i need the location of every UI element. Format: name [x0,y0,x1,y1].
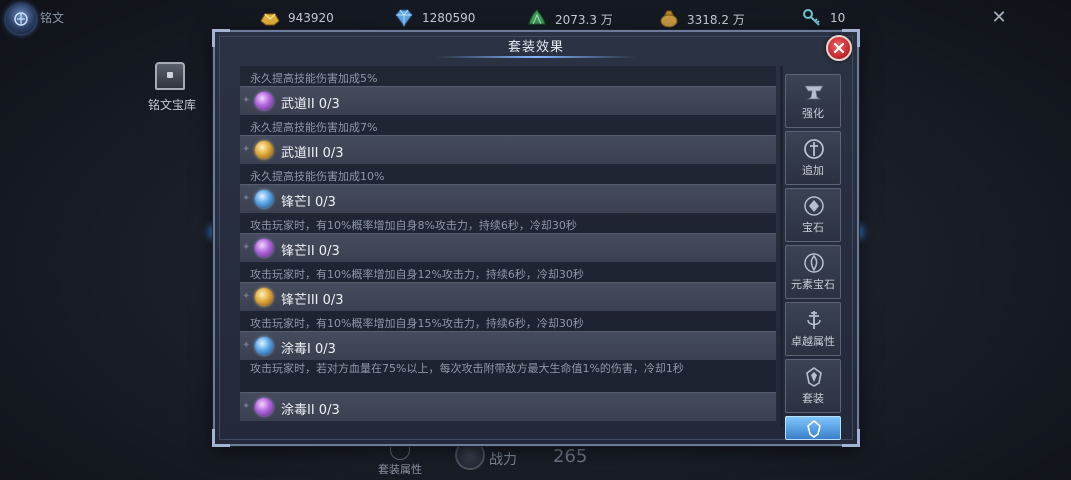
tab-inscription-active[interactable] [785,416,841,440]
effect-description-text: 永久提高技能伤害加成5% [250,72,378,85]
blue-gem-icon [255,190,273,208]
set-item-name: 锋芒III 0/3 [281,293,344,308]
shield-icon [390,444,410,460]
gold-gem-icon [255,141,273,159]
gold-ingot-icon [260,13,280,26]
inscription-vault-button[interactable]: 铭文宝库 [140,62,204,114]
effect-description-text: 攻击玩家时，有10%概率增加自身15%攻击力，持续6秒，冷却30秒 [250,317,584,330]
diamond-icon [395,9,413,27]
element-gem-icon [804,253,824,273]
tab-label: 追加 [802,164,824,177]
tab-enhance[interactable]: 强化 [785,74,841,128]
inscription-vault-label: 铭文宝库 [147,98,196,112]
frame-corner [212,429,230,447]
tab-set[interactable]: 套装 [785,359,841,413]
set-attributes-label: 套装属性 [378,463,422,476]
tab-label: 卓越属性 [791,335,835,348]
star-icon: ✦ [242,291,251,302]
set-item-name: 武道II 0/3 [281,97,340,112]
back-button[interactable] [6,4,36,34]
set-item-row[interactable]: ✦ 涂毒I 0/3 [240,331,776,360]
set-item-name: 锋芒II 0/3 [281,244,340,259]
dialog-title: 套装效果 [507,40,564,55]
tab-label: 宝石 [802,221,824,234]
purple-gem-icon [255,239,273,257]
star-icon: ✦ [242,193,251,204]
gold-gem-icon [255,288,273,306]
resource-gold-value: 943920 [288,11,334,25]
resource-jade-value: 2073.3 万 [555,13,613,27]
dialog-close-button[interactable] [826,35,852,61]
page-title: 铭文 [40,11,65,25]
effect-description-text: 永久提高技能伤害加成10% [250,170,385,183]
effect-description-text: 永久提高技能伤害加成7% [250,121,378,134]
set-item-name: 涂毒II 0/3 [281,403,340,418]
star-icon: ✦ [242,144,251,155]
set-item-row[interactable]: ✦ 涂毒II 0/3 [240,392,776,421]
treasure-chest-icon [155,62,185,90]
combat-power-value: 265 [553,446,588,467]
purple-gem-icon [255,398,273,416]
star-icon: ✦ [242,242,251,253]
anvil-icon [804,85,824,100]
star-icon: ✦ [242,401,251,412]
inscription-icon [807,419,821,438]
resource-diamond-value: 1280590 [422,11,476,25]
effect-description: 攻击玩家时，若对方血量在75%以上，每次攻击附带敌方最大生命值1%的伤害，冷却1… [240,360,776,392]
tab-excellence[interactable]: 卓越属性 [785,302,841,356]
set-item-name: 武道III 0/3 [281,146,344,161]
effect-description: 永久提高技能伤害加成5% [240,66,776,86]
effect-description-text: 攻击玩家时，有10%概率增加自身8%攻击力，持续6秒，冷却30秒 [250,219,577,232]
resource-key-value: 10 [830,11,846,25]
combat-power-label: 战力 [489,452,517,468]
close-icon [833,42,845,54]
effect-description: 永久提高技能伤害加成10% [240,164,776,184]
list-scrollbar[interactable] [780,66,783,426]
set-emblem-icon [806,367,822,387]
jade-icon [528,9,546,25]
frame-corner [842,429,860,447]
star-icon: ✦ [242,95,251,106]
inscription-emblem-icon [14,12,28,26]
title-underline [436,56,636,58]
effect-description: 攻击玩家时，有10%概率增加自身8%攻击力，持续6秒，冷却30秒 [240,213,776,233]
tab-gems[interactable]: 宝石 [785,188,841,242]
coin-bag-icon [660,10,678,28]
effect-description: 攻击玩家时，有10%概率增加自身12%攻击力，持续6秒，冷却30秒 [240,262,776,282]
set-attributes-button[interactable]: 套装属性 [370,444,430,480]
combat-power: 战力 265 [455,440,615,480]
set-item-name: 锋芒I 0/3 [281,195,336,210]
purple-gem-icon [255,92,273,110]
set-effects-list[interactable]: 永久提高技能伤害加成5% ✦ 武道II 0/3 永久提高技能伤害加成7% ✦ 武… [240,66,776,426]
resource-coin-value: 3318.2 万 [687,13,745,27]
set-item-row[interactable]: ✦ 武道II 0/3 [240,86,776,115]
set-item-row[interactable]: ✦ 锋芒I 0/3 [240,184,776,213]
blue-gem-icon [255,337,273,355]
set-item-name: 涂毒I 0/3 [281,342,336,357]
tab-label: 套装 [802,392,824,405]
effect-description: 永久提高技能伤害加成7% [240,115,776,135]
effect-description-text: 攻击玩家时，有10%概率增加自身12%攻击力，持续6秒，冷却30秒 [250,268,584,281]
star-icon: ✦ [242,340,251,351]
excellence-icon [807,311,821,329]
tab-append[interactable]: 追加 [785,131,841,185]
close-icon[interactable]: ✕ [987,6,1011,30]
tab-element-gems[interactable]: 元素宝石 [785,245,841,299]
set-effects-dialog: 套装效果 永久提高技能伤害加成5% ✦ 武道II 0/3 永久提高技能伤害加成7… [212,29,860,447]
side-tabs: 强化 追加 宝石 元素宝石 卓越属性 套装 [785,74,841,440]
set-item-row[interactable]: ✦ 锋芒II 0/3 [240,233,776,262]
effect-description-text: 攻击玩家时，若对方血量在75%以上，每次攻击附带敌方最大生命值1%的伤害，冷却1… [250,362,684,375]
set-item-row[interactable]: ✦ 锋芒III 0/3 [240,282,776,311]
effect-description: 攻击玩家时，有10%概率增加自身15%攻击力，持续6秒，冷却30秒 [240,311,776,331]
tab-label: 元素宝石 [791,278,835,291]
set-item-row[interactable]: ✦ 武道III 0/3 [240,135,776,164]
tab-label: 强化 [802,107,824,120]
sword-circle-icon [804,139,824,159]
gem-slot-icon [804,196,824,216]
key-icon [803,9,820,26]
